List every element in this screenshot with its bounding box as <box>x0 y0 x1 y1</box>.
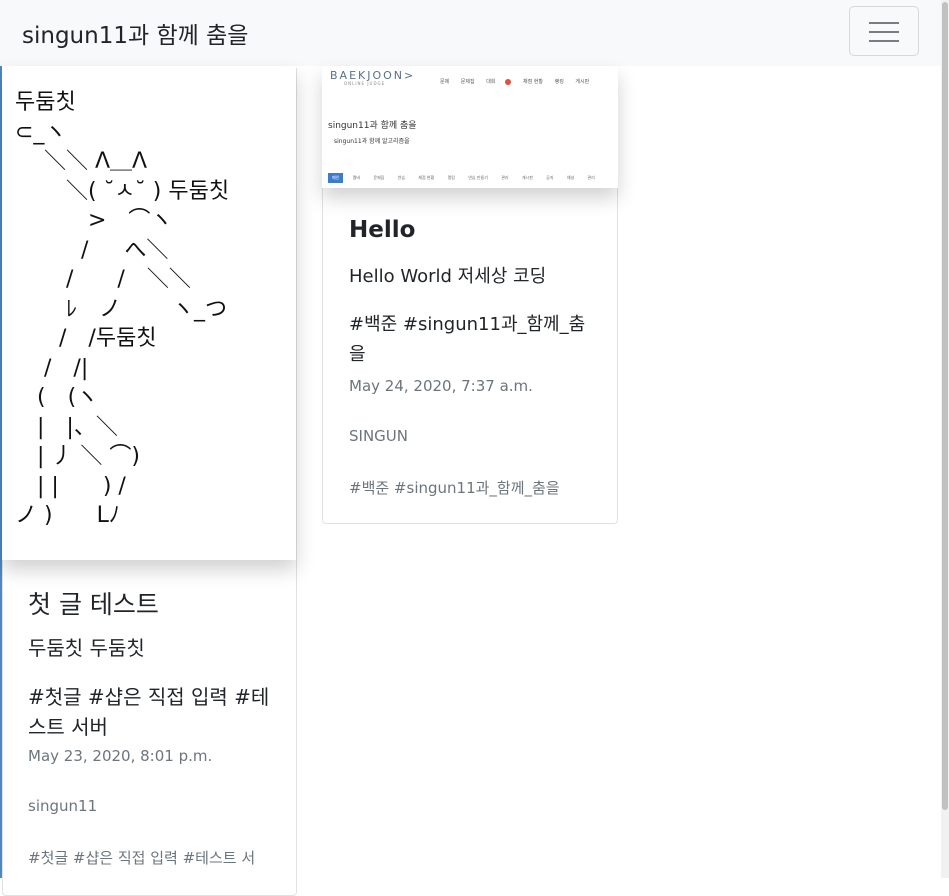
post-subtitle: Hello World 저세상 코딩 <box>349 266 547 287</box>
hamburger-icon <box>869 31 899 33</box>
baekjoon-tab: 랭킹 <box>447 175 455 180</box>
baekjoon-menu-item: 문제집 <box>460 79 475 85</box>
baekjoon-tab: 멤버 <box>352 175 361 180</box>
baekjoon-page-subtitle: singun11과 함께 알고리즘을 <box>334 138 410 145</box>
baekjoon-menu-item: 문제 <box>440 79 450 85</box>
baekjoon-tabs: 메인 멤버 문제집 연습 채점 현황 랭킹 연습 만들기 관리 게시판 공지 채… <box>328 173 607 185</box>
navbar-toggler-button[interactable] <box>849 6 919 56</box>
baekjoon-logo-sub: ONLINE JUDGE <box>344 81 386 86</box>
baekjoon-tab: 게시판 <box>521 175 533 180</box>
post-author: singun11 <box>28 797 98 815</box>
post-hashtags: #백준 #singun11과_함께_춤을 <box>349 314 586 365</box>
post-author: SINGUN <box>349 427 408 445</box>
baekjoon-tab: 문제집 <box>373 175 385 180</box>
baekjoon-page-title: singun11과 함께 춤을 <box>328 121 417 131</box>
baekjoon-tab: 채널 <box>566 175 575 180</box>
baekjoon-tab: 채점 현황 <box>418 175 435 180</box>
post-tags[interactable]: #백준 #singun11과_함께_춤을 <box>349 477 560 498</box>
post-tags[interactable]: #첫글 #샵은 직접 입력 #테스트 서 <box>28 847 274 868</box>
baekjoon-menu-item: 게시판 <box>575 79 590 85</box>
baekjoon-menu-item: 대회 <box>486 79 496 85</box>
baekjoon-menu-item: 랭킹 <box>554 79 564 85</box>
navbar-brand[interactable]: singun11과 함께 춤을 <box>22 16 248 50</box>
ascii-art-image: 두둠칫 ⊂_ヽ ＼＼ Λ＿Λ ＼( ˘ㅅ˘ ) 두둠칫 > ⌒ヽ / へ＼ / … <box>15 90 230 528</box>
post-date: May 23, 2020, 8:01 p.m. <box>28 747 213 765</box>
baekjoon-tab: 관리 <box>587 175 595 180</box>
hamburger-icon <box>869 22 899 24</box>
baekjoon-menu-item: 채점 현황 <box>523 79 543 85</box>
hamburger-icon <box>869 40 899 42</box>
navbar: singun11과 함께 춤을 <box>0 0 941 66</box>
post-subtitle: 두둠칫 두둠칫 <box>28 636 145 660</box>
baekjoon-tab: 메인 <box>328 173 344 183</box>
baekjoon-tab: 공지 <box>546 175 554 180</box>
baekjoon-tab: 관리 <box>501 175 509 180</box>
baekjoon-tab: 연습 <box>397 175 406 180</box>
post-date: May 24, 2020, 7:37 a.m. <box>349 377 533 395</box>
baekjoon-menu: 문제 문제집 대회 채점 현황 랭킹 게시판 <box>430 78 589 85</box>
post-title[interactable]: Hello <box>349 217 415 243</box>
baekjoon-tab: 연습 만들기 <box>468 175 488 180</box>
scrollbar-thumb[interactable] <box>942 2 948 810</box>
post-title[interactable]: 첫 글 테스트 <box>28 585 159 621</box>
notification-dot-icon <box>505 78 512 85</box>
post-hashtags: #첫글 #샵은 직접 입력 #테스트 서버 <box>28 685 270 739</box>
post-image[interactable]: BAEKJOON> ONLINE JUDGE 문제 문제집 대회 채점 현황 랭… <box>322 66 618 188</box>
